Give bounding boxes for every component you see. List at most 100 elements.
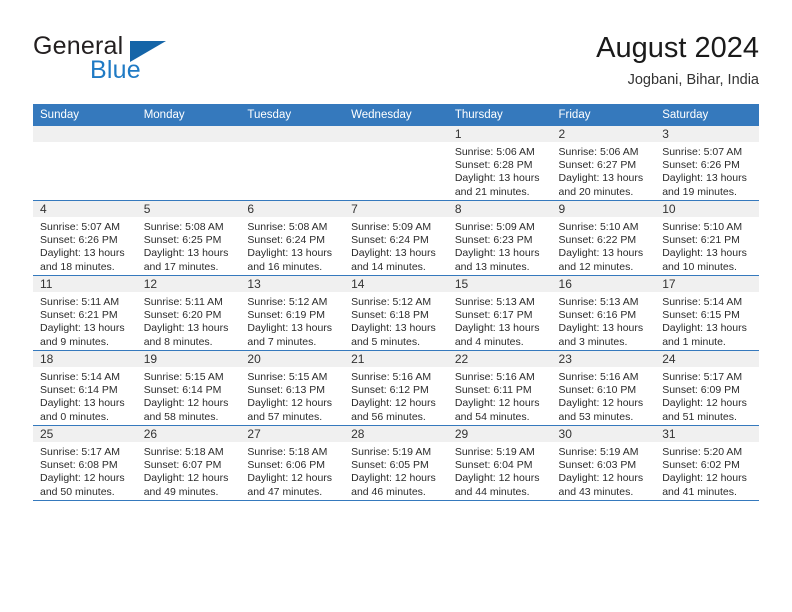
calendar-day-cell[interactable]: 22 Sunrise: 5:16 AM Sunset: 6:11 PM Dayligh… bbox=[447, 350, 552, 426]
day-cell-details: Sunrise: 5:09 AM Sunset: 6:24 PM Daylight:… bbox=[344, 217, 448, 274]
sunset-text: Sunset: 6:21 PM bbox=[662, 234, 740, 247]
sunrise-text: Sunrise: 5:06 AM bbox=[558, 146, 639, 158]
calendar-day-cell[interactable]: 18 Sunrise: 5:14 AM Sunset: 6:14 PM Dayligh… bbox=[33, 350, 137, 426]
day-number: 7 bbox=[344, 201, 448, 217]
calendar-day-cell[interactable]: 8 Sunrise: 5:09 AM Sunset: 6:23 PM Daylight… bbox=[447, 200, 552, 276]
calendar-day-cell[interactable]: 12 Sunrise: 5:11 AM Sunset: 6:20 PM Dayligh… bbox=[136, 275, 241, 351]
sunrise-text: Sunrise: 5:09 AM bbox=[351, 221, 432, 233]
day-number: 20 bbox=[240, 351, 345, 367]
daylight-text: and 1 minute. bbox=[662, 335, 726, 348]
daylight-text: Daylight: 12 hours bbox=[351, 472, 436, 485]
calendar-day-cell[interactable]: 13 Sunrise: 5:12 AM Sunset: 6:19 PM Dayligh… bbox=[240, 275, 345, 351]
day-cell-details bbox=[137, 142, 241, 146]
sunrise-text: Sunrise: 5:12 AM bbox=[351, 296, 432, 308]
calendar-day-cell[interactable]: 3 Sunrise: 5:07 AM Sunset: 6:26 PM Daylight… bbox=[655, 126, 759, 201]
sunset-text: Sunset: 6:03 PM bbox=[558, 459, 637, 472]
calendar-day-cell[interactable]: 5 Sunrise: 5:08 AM Sunset: 6:25 PM Daylight… bbox=[136, 200, 241, 276]
sunset-text: Sunset: 6:05 PM bbox=[351, 459, 429, 472]
calendar-day-cell[interactable]: 30 Sunrise: 5:19 AM Sunset: 6:03 PM Dayligh… bbox=[551, 425, 656, 501]
calendar-day-cell-empty bbox=[136, 126, 241, 201]
calendar-day-cell[interactable]: 7 Sunrise: 5:09 AM Sunset: 6:24 PM Daylight… bbox=[344, 200, 448, 276]
sunset-text: Sunset: 6:14 PM bbox=[40, 384, 118, 397]
sunrise-text: Sunrise: 5:18 AM bbox=[143, 446, 224, 458]
day-number: 9 bbox=[551, 201, 656, 217]
day-cell-details: Sunrise: 5:09 AM Sunset: 6:23 PM Daylight:… bbox=[448, 217, 552, 274]
day-number: 16 bbox=[551, 276, 656, 292]
sunrise-text: Sunrise: 5:09 AM bbox=[454, 221, 535, 233]
day-cell-inner: 24 Sunrise: 5:17 AM Sunset: 6:09 PM Dayligh… bbox=[655, 351, 759, 425]
sunset-text: Sunset: 6:25 PM bbox=[143, 234, 222, 247]
calendar-day-cell[interactable]: 10 Sunrise: 5:10 AM Sunset: 6:21 PM Dayligh… bbox=[655, 200, 759, 276]
day-cell-inner bbox=[136, 126, 241, 200]
day-cell-inner: 4 Sunrise: 5:07 AM Sunset: 6:26 PM Daylight… bbox=[33, 201, 137, 275]
calendar-day-cell[interactable]: 29 Sunrise: 5:19 AM Sunset: 6:04 PM Dayligh… bbox=[447, 425, 552, 501]
daylight-text: and 50 minutes. bbox=[40, 485, 115, 498]
general-blue-logo[interactable]: General Blue bbox=[33, 32, 263, 88]
calendar-day-cell[interactable]: 1 Sunrise: 5:06 AM Sunset: 6:28 PM Daylight… bbox=[447, 126, 552, 201]
daylight-text: Daylight: 13 hours bbox=[40, 397, 125, 410]
day-cell-inner: 18 Sunrise: 5:14 AM Sunset: 6:14 PM Dayligh… bbox=[33, 351, 137, 425]
daylight-text: Daylight: 12 hours bbox=[662, 472, 747, 485]
calendar-day-cell[interactable]: 24 Sunrise: 5:17 AM Sunset: 6:09 PM Dayligh… bbox=[655, 350, 759, 426]
daylight-text: Daylight: 13 hours bbox=[247, 247, 333, 260]
day-cell-details: Sunrise: 5:19 AM Sunset: 6:03 PM Daylight:… bbox=[552, 442, 656, 499]
calendar-day-cell[interactable]: 28 Sunrise: 5:19 AM Sunset: 6:05 PM Dayligh… bbox=[344, 425, 448, 501]
calendar-day-cell[interactable]: 20 Sunrise: 5:15 AM Sunset: 6:13 PM Dayligh… bbox=[240, 350, 345, 426]
daylight-text: and 10 minutes. bbox=[662, 260, 737, 273]
calendar-day-cell[interactable]: 23 Sunrise: 5:16 AM Sunset: 6:10 PM Dayligh… bbox=[551, 350, 656, 426]
sunrise-text: Sunrise: 5:15 AM bbox=[247, 371, 328, 383]
calendar-week-row: 11 Sunrise: 5:11 AM Sunset: 6:21 PM Dayligh… bbox=[33, 275, 759, 351]
daylight-text: Daylight: 13 hours bbox=[662, 172, 747, 185]
calendar-day-cell[interactable]: 11 Sunrise: 5:11 AM Sunset: 6:21 PM Dayligh… bbox=[33, 275, 137, 351]
sunrise-text: Sunrise: 5:12 AM bbox=[247, 296, 328, 308]
calendar-day-cell[interactable]: 15 Sunrise: 5:13 AM Sunset: 6:17 PM Dayligh… bbox=[447, 275, 552, 351]
daylight-text: and 58 minutes. bbox=[143, 410, 219, 423]
day-number: 8 bbox=[447, 201, 552, 217]
calendar-day-cell-empty bbox=[240, 126, 345, 201]
day-cell-details: Sunrise: 5:11 AM Sunset: 6:20 PM Daylight:… bbox=[137, 292, 241, 349]
day-number: 19 bbox=[136, 351, 241, 367]
sunrise-text: Sunrise: 5:14 AM bbox=[662, 296, 743, 308]
daylight-text: and 13 minutes. bbox=[454, 260, 530, 273]
sunrise-text: Sunrise: 5:06 AM bbox=[454, 146, 535, 158]
calendar-day-cell[interactable]: 2 Sunrise: 5:06 AM Sunset: 6:27 PM Daylight… bbox=[551, 126, 656, 201]
calendar-day-cell[interactable]: 25 Sunrise: 5:17 AM Sunset: 6:08 PM Dayligh… bbox=[33, 425, 137, 501]
day-cell-inner: 10 Sunrise: 5:10 AM Sunset: 6:21 PM Dayligh… bbox=[655, 201, 759, 275]
sunset-text: Sunset: 6:09 PM bbox=[662, 384, 740, 397]
daylight-text: Daylight: 13 hours bbox=[558, 172, 644, 185]
daylight-text: Daylight: 13 hours bbox=[40, 322, 125, 335]
sunrise-text: Sunrise: 5:18 AM bbox=[247, 446, 328, 458]
day-number bbox=[136, 126, 241, 142]
page-title: August 2024 bbox=[596, 32, 759, 64]
calendar-day-cell[interactable]: 4 Sunrise: 5:07 AM Sunset: 6:26 PM Daylight… bbox=[33, 200, 137, 276]
day-number: 29 bbox=[447, 426, 552, 442]
sunrise-text: Sunrise: 5:16 AM bbox=[351, 371, 432, 383]
sunset-text: Sunset: 6:13 PM bbox=[247, 384, 326, 397]
day-cell-details: Sunrise: 5:06 AM Sunset: 6:28 PM Daylight:… bbox=[448, 142, 552, 199]
calendar-day-cell[interactable]: 27 Sunrise: 5:18 AM Sunset: 6:06 PM Dayligh… bbox=[240, 425, 345, 501]
calendar-day-cell[interactable]: 26 Sunrise: 5:18 AM Sunset: 6:07 PM Dayligh… bbox=[136, 425, 241, 501]
daylight-text: and 8 minutes. bbox=[143, 335, 213, 348]
day-cell-details: Sunrise: 5:16 AM Sunset: 6:10 PM Daylight:… bbox=[552, 367, 656, 424]
daylight-text: and 47 minutes. bbox=[247, 485, 323, 498]
daylight-text: Daylight: 12 hours bbox=[558, 472, 644, 485]
day-cell-details: Sunrise: 5:15 AM Sunset: 6:14 PM Daylight:… bbox=[137, 367, 241, 424]
calendar-day-cell[interactable]: 21 Sunrise: 5:16 AM Sunset: 6:12 PM Dayligh… bbox=[344, 350, 448, 426]
calendar-day-cell[interactable]: 14 Sunrise: 5:12 AM Sunset: 6:18 PM Dayligh… bbox=[344, 275, 448, 351]
daylight-text: and 17 minutes. bbox=[143, 260, 219, 273]
calendar-day-cell[interactable]: 6 Sunrise: 5:08 AM Sunset: 6:24 PM Daylight… bbox=[240, 200, 345, 276]
daylight-text: and 49 minutes. bbox=[143, 485, 219, 498]
calendar-day-cell[interactable]: 9 Sunrise: 5:10 AM Sunset: 6:22 PM Daylight… bbox=[551, 200, 656, 276]
sunrise-text: Sunrise: 5:10 AM bbox=[662, 221, 743, 233]
calendar-day-cell[interactable]: 17 Sunrise: 5:14 AM Sunset: 6:15 PM Dayligh… bbox=[655, 275, 759, 351]
day-number: 22 bbox=[447, 351, 552, 367]
calendar-day-cell[interactable]: 19 Sunrise: 5:15 AM Sunset: 6:14 PM Dayligh… bbox=[136, 350, 241, 426]
calendar-day-cell-empty bbox=[344, 126, 448, 201]
daylight-text: and 18 minutes. bbox=[40, 260, 115, 273]
sunset-text: Sunset: 6:24 PM bbox=[247, 234, 326, 247]
sunrise-text: Sunrise: 5:15 AM bbox=[143, 371, 224, 383]
day-number: 25 bbox=[33, 426, 137, 442]
calendar-day-cell[interactable]: 31 Sunrise: 5:20 AM Sunset: 6:02 PM Dayligh… bbox=[655, 425, 759, 501]
calendar-day-cell[interactable]: 16 Sunrise: 5:13 AM Sunset: 6:16 PM Dayligh… bbox=[551, 275, 656, 351]
day-number: 24 bbox=[655, 351, 759, 367]
